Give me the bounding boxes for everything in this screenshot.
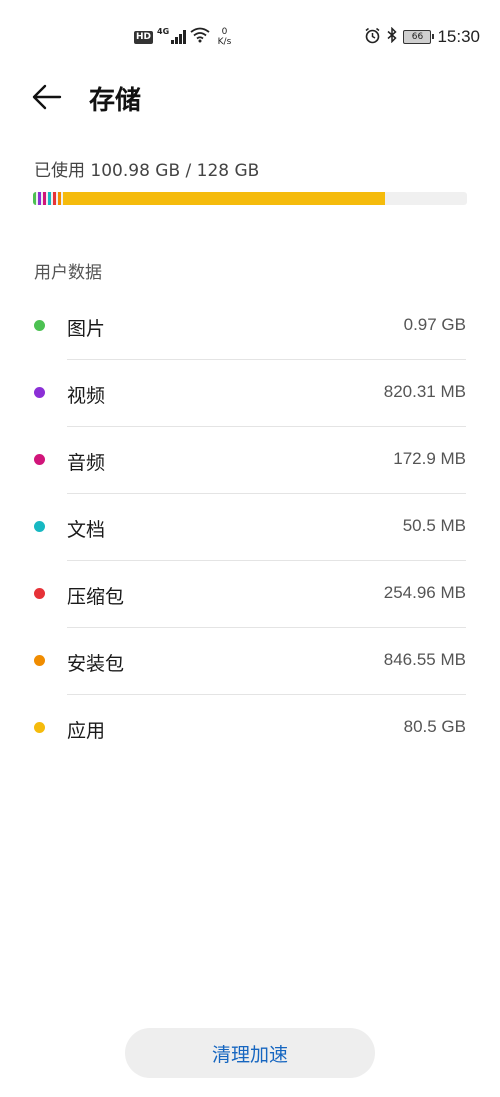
clean-accelerate-button[interactable]: 清理加速 bbox=[125, 1028, 375, 1078]
list-item[interactable]: 音频 172.9 MB bbox=[0, 427, 500, 494]
status-right: 66 15:30 bbox=[364, 25, 480, 49]
list-item[interactable]: 文档 50.5 MB bbox=[0, 494, 500, 561]
page-title: 存储 bbox=[89, 86, 142, 116]
category-dot-icon bbox=[34, 320, 45, 331]
category-dot-icon bbox=[34, 454, 45, 465]
network-speed: 0 K/s bbox=[218, 27, 232, 47]
speed-unit: K/s bbox=[217, 37, 232, 47]
item-label: 视频 bbox=[67, 385, 106, 407]
usage-segment bbox=[33, 192, 36, 205]
category-dot-icon bbox=[34, 588, 45, 599]
usage-segment bbox=[38, 192, 41, 205]
item-size: 80.5 GB bbox=[403, 717, 466, 736]
app-header: 存储 bbox=[0, 72, 500, 124]
item-label: 应用 bbox=[67, 720, 106, 742]
item-size: 50.5 MB bbox=[402, 516, 466, 535]
item-size: 0.97 GB bbox=[403, 315, 466, 334]
list-item[interactable]: 安装包 846.55 MB bbox=[0, 628, 500, 695]
usage-segment bbox=[48, 192, 51, 205]
category-dot-icon bbox=[34, 387, 45, 398]
item-label: 安装包 bbox=[67, 653, 125, 675]
battery-level: 66 bbox=[411, 32, 424, 42]
storage-usage-bar bbox=[33, 192, 467, 205]
status-left: HD 4G 0 K/s bbox=[134, 24, 231, 50]
list-item[interactable]: 压缩包 254.96 MB bbox=[0, 561, 500, 628]
usage-segment bbox=[53, 192, 56, 205]
signal-icon bbox=[171, 30, 186, 44]
status-bar: HD 4G 0 K/s 66 15:30 bbox=[0, 0, 500, 76]
bluetooth-icon bbox=[387, 26, 398, 47]
clock: 15:30 bbox=[437, 27, 480, 46]
item-label: 图片 bbox=[67, 318, 106, 340]
list-item[interactable]: 视频 820.31 MB bbox=[0, 360, 500, 427]
item-label: 文档 bbox=[67, 519, 106, 541]
storage-usage-text: 已使用 100.98 GB / 128 GB bbox=[34, 161, 260, 181]
category-dot-icon bbox=[34, 722, 45, 733]
network-type: 4G bbox=[157, 26, 170, 36]
item-size: 846.55 MB bbox=[383, 650, 466, 669]
usage-segment bbox=[58, 192, 61, 205]
alarm-icon bbox=[364, 27, 381, 48]
usage-segment bbox=[63, 192, 385, 205]
category-dot-icon bbox=[34, 655, 45, 666]
usage-segment bbox=[43, 192, 46, 205]
battery-icon: 66 bbox=[403, 30, 435, 44]
arrow-left-icon bbox=[32, 84, 62, 110]
item-size: 820.31 MB bbox=[383, 382, 466, 401]
back-button[interactable] bbox=[30, 82, 66, 112]
speed-value: 0 bbox=[221, 27, 228, 37]
item-label: 压缩包 bbox=[67, 586, 125, 608]
item-size: 172.9 MB bbox=[393, 449, 466, 468]
list-item[interactable]: 应用 80.5 GB bbox=[0, 695, 500, 762]
list-item[interactable]: 图片 0.97 GB bbox=[0, 293, 500, 360]
item-size: 254.96 MB bbox=[383, 583, 466, 602]
section-title: 用户数据 bbox=[34, 263, 102, 283]
hd-badge: HD bbox=[134, 30, 154, 44]
wifi-icon bbox=[190, 27, 210, 47]
user-data-list: 图片 0.97 GB 视频 820.31 MB 音频 172.9 MB 文档 50.5 MB 压… bbox=[0, 293, 500, 762]
item-label: 音频 bbox=[67, 452, 106, 474]
category-dot-icon bbox=[34, 521, 45, 532]
